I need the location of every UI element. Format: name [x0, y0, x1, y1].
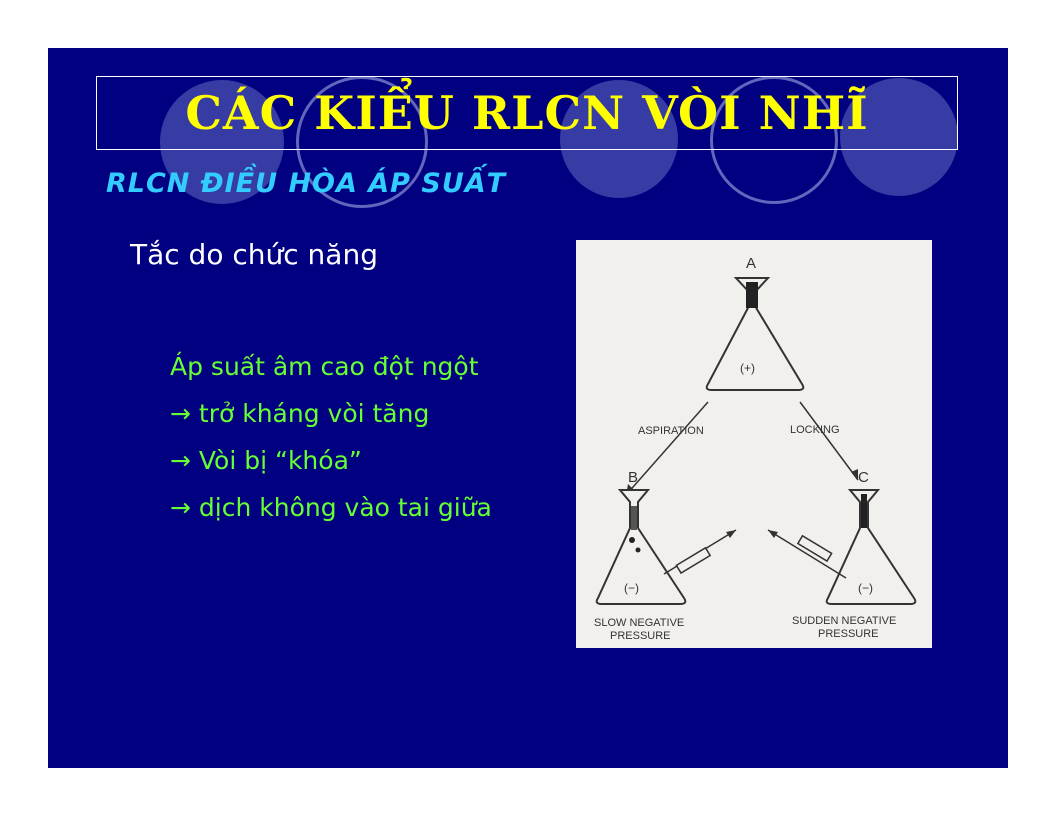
sudden-caption-line1: SUDDEN NEGATIVE [792, 615, 896, 627]
minus-c: (−) [858, 581, 873, 595]
locking-label: LOCKING [790, 424, 840, 436]
syringe-c [767, 529, 847, 579]
flask-a [705, 277, 805, 391]
bullet-item: → Vòi bị “khóa” [170, 446, 362, 475]
slide-title: CÁC KIỂU RLCN VÒI NHĨ [185, 86, 869, 140]
slide: CÁC KIỂU RLCN VÒI NHĨ RLCN ĐIỀU HÒA ÁP S… [48, 48, 1008, 768]
bullet-item: → trở kháng vòi tăng [170, 399, 430, 428]
minus-b: (−) [624, 581, 639, 595]
arrowhead [851, 469, 858, 480]
label-c: C [858, 469, 869, 486]
bullet-list: Áp suất âm cao đột ngột → trở kháng vòi … [170, 350, 492, 538]
fluid-column [861, 494, 867, 528]
bullet-item: Áp suất âm cao đột ngột [170, 352, 479, 381]
fluid-column [746, 282, 758, 308]
slide-subtitle: RLCN ĐIỀU HÒA ÁP SUẤT [106, 168, 507, 199]
arrow-aspiration [625, 401, 709, 496]
slow-caption-line2: PRESSURE [610, 630, 671, 642]
title-frame: CÁC KIỂU RLCN VÒI NHĨ [96, 76, 958, 150]
label-b: B [628, 469, 638, 486]
fluid-drops [631, 506, 637, 530]
plus-sign: (+) [740, 361, 755, 375]
flask-b [595, 489, 687, 605]
bullet-item: → dịch không vào tai giữa [170, 493, 492, 522]
section-heading: Tắc do chức năng [130, 238, 378, 271]
flask-diagram-svg: A (+) ASPIRATION LOCKING B (−) C (−) SLO… [594, 255, 917, 642]
sudden-caption-line2: PRESSURE [818, 628, 879, 640]
arrow-locking [799, 401, 859, 481]
syringe-b [663, 529, 737, 575]
aspiration-label: ASPIRATION [638, 425, 704, 437]
label-a: A [746, 255, 756, 272]
slow-caption-line1: SLOW NEGATIVE [594, 617, 684, 629]
eustachian-tube-diagram: A (+) ASPIRATION LOCKING B (−) C (−) SLO… [576, 240, 932, 648]
